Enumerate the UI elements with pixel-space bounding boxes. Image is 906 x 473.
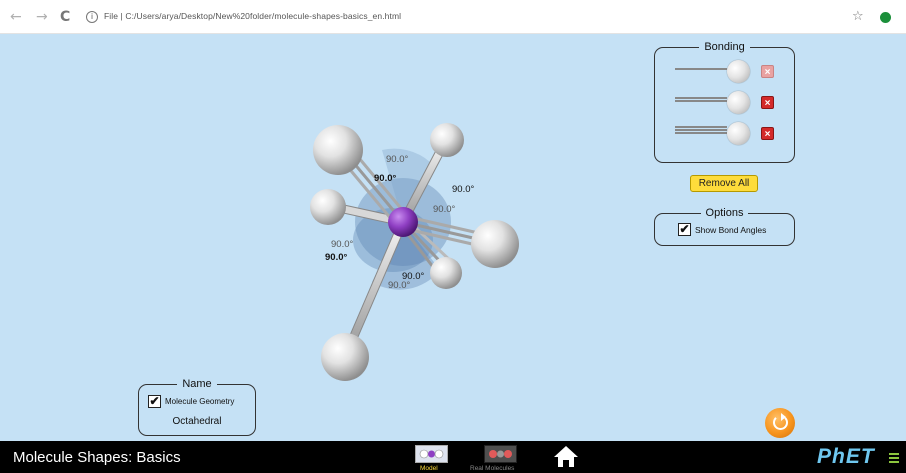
bond-angle-label: 90.0°	[374, 173, 396, 184]
screen-model-label[interactable]: Model	[420, 465, 438, 472]
outer-atom-bottom[interactable]	[321, 333, 369, 381]
show-bond-angles-checkbox[interactable]: ✔	[678, 223, 691, 236]
bonding-panel: Bonding × × ×	[654, 41, 795, 163]
sim-play-area: 90.0° 90.0° 90.0° 90.0° 90.0° 90.0° 90.0…	[0, 34, 906, 441]
outer-atom-left[interactable]	[310, 189, 346, 225]
name-panel-title: Name	[177, 378, 217, 390]
outer-atom-top-right[interactable]	[430, 123, 464, 157]
screen-real-molecules-button[interactable]	[484, 445, 517, 463]
outer-atom-lower-right-back[interactable]	[430, 257, 462, 289]
reset-all-button[interactable]	[765, 408, 795, 438]
geometry-name: Octahedral	[172, 416, 222, 427]
triple-bond-add[interactable]	[727, 122, 750, 145]
remove-triple-bond-button[interactable]: ×	[761, 127, 774, 140]
show-bond-angles-label[interactable]: Show Bond Angles	[695, 225, 766, 235]
home-icon[interactable]	[553, 444, 579, 468]
phet-logo[interactable]: PhET	[817, 445, 875, 469]
browser-toolbar: ← → C i File | C:/Users/arya/Desktop/New…	[0, 0, 906, 34]
options-panel: Options ✔ Show Bond Angles	[654, 207, 795, 246]
navigation-bar: Molecule Shapes: Basics Model Real Molec…	[0, 441, 906, 473]
molecule-view[interactable]: 90.0° 90.0° 90.0° 90.0° 90.0° 90.0° 90.0…	[290, 110, 540, 400]
bond-angle-label: 90.0°	[433, 204, 455, 215]
remove-all-button[interactable]: Remove All	[690, 175, 758, 192]
forward-button[interactable]: →	[36, 9, 48, 25]
phet-menu-icon[interactable]	[889, 453, 899, 465]
screen-real-molecules-label[interactable]: Real Molecules	[470, 465, 514, 472]
name-panel: Name ✔ Molecule Geometry Octahedral	[138, 378, 256, 436]
remove-double-bond-button[interactable]: ×	[761, 96, 774, 109]
bookmark-star-icon[interactable]: ☆	[852, 9, 864, 24]
options-panel-title: Options	[700, 207, 749, 219]
address-bar[interactable]: File | C:/Users/arya/Desktop/New%20folde…	[104, 11, 401, 21]
sim-title: Molecule Shapes: Basics	[13, 449, 181, 466]
outer-atom-right[interactable]	[471, 220, 519, 268]
bonding-panel-title: Bonding	[699, 41, 750, 53]
bond-angle-label: 90.0°	[386, 154, 408, 165]
outer-atom-top-left[interactable]	[313, 125, 363, 175]
back-button[interactable]: ←	[10, 9, 22, 25]
bond-angle-label: 90.0°	[452, 184, 474, 195]
model-screen-icon	[419, 449, 444, 459]
double-bond-icon	[675, 97, 727, 105]
single-bond-add[interactable]	[727, 60, 750, 83]
bond-angle-label: 90.0°	[325, 252, 347, 263]
info-icon[interactable]: i	[86, 11, 98, 23]
double-bond-add[interactable]	[727, 91, 750, 114]
real-molecules-screen-icon	[489, 450, 512, 458]
central-atom[interactable]	[388, 207, 418, 237]
extension-icon[interactable]	[880, 12, 891, 23]
reload-button[interactable]: C	[60, 9, 70, 25]
remove-single-bond-button[interactable]: ×	[761, 65, 774, 78]
bond-angle-label: 90.0°	[331, 239, 353, 250]
bond-angle-label: 90.0°	[388, 280, 410, 291]
molecule-geometry-label[interactable]: Molecule Geometry	[165, 397, 234, 406]
molecule-geometry-checkbox[interactable]: ✔	[148, 395, 161, 408]
triple-bond-icon	[675, 126, 727, 134]
screen-model-button[interactable]	[415, 445, 448, 463]
single-bond-icon	[675, 68, 727, 76]
